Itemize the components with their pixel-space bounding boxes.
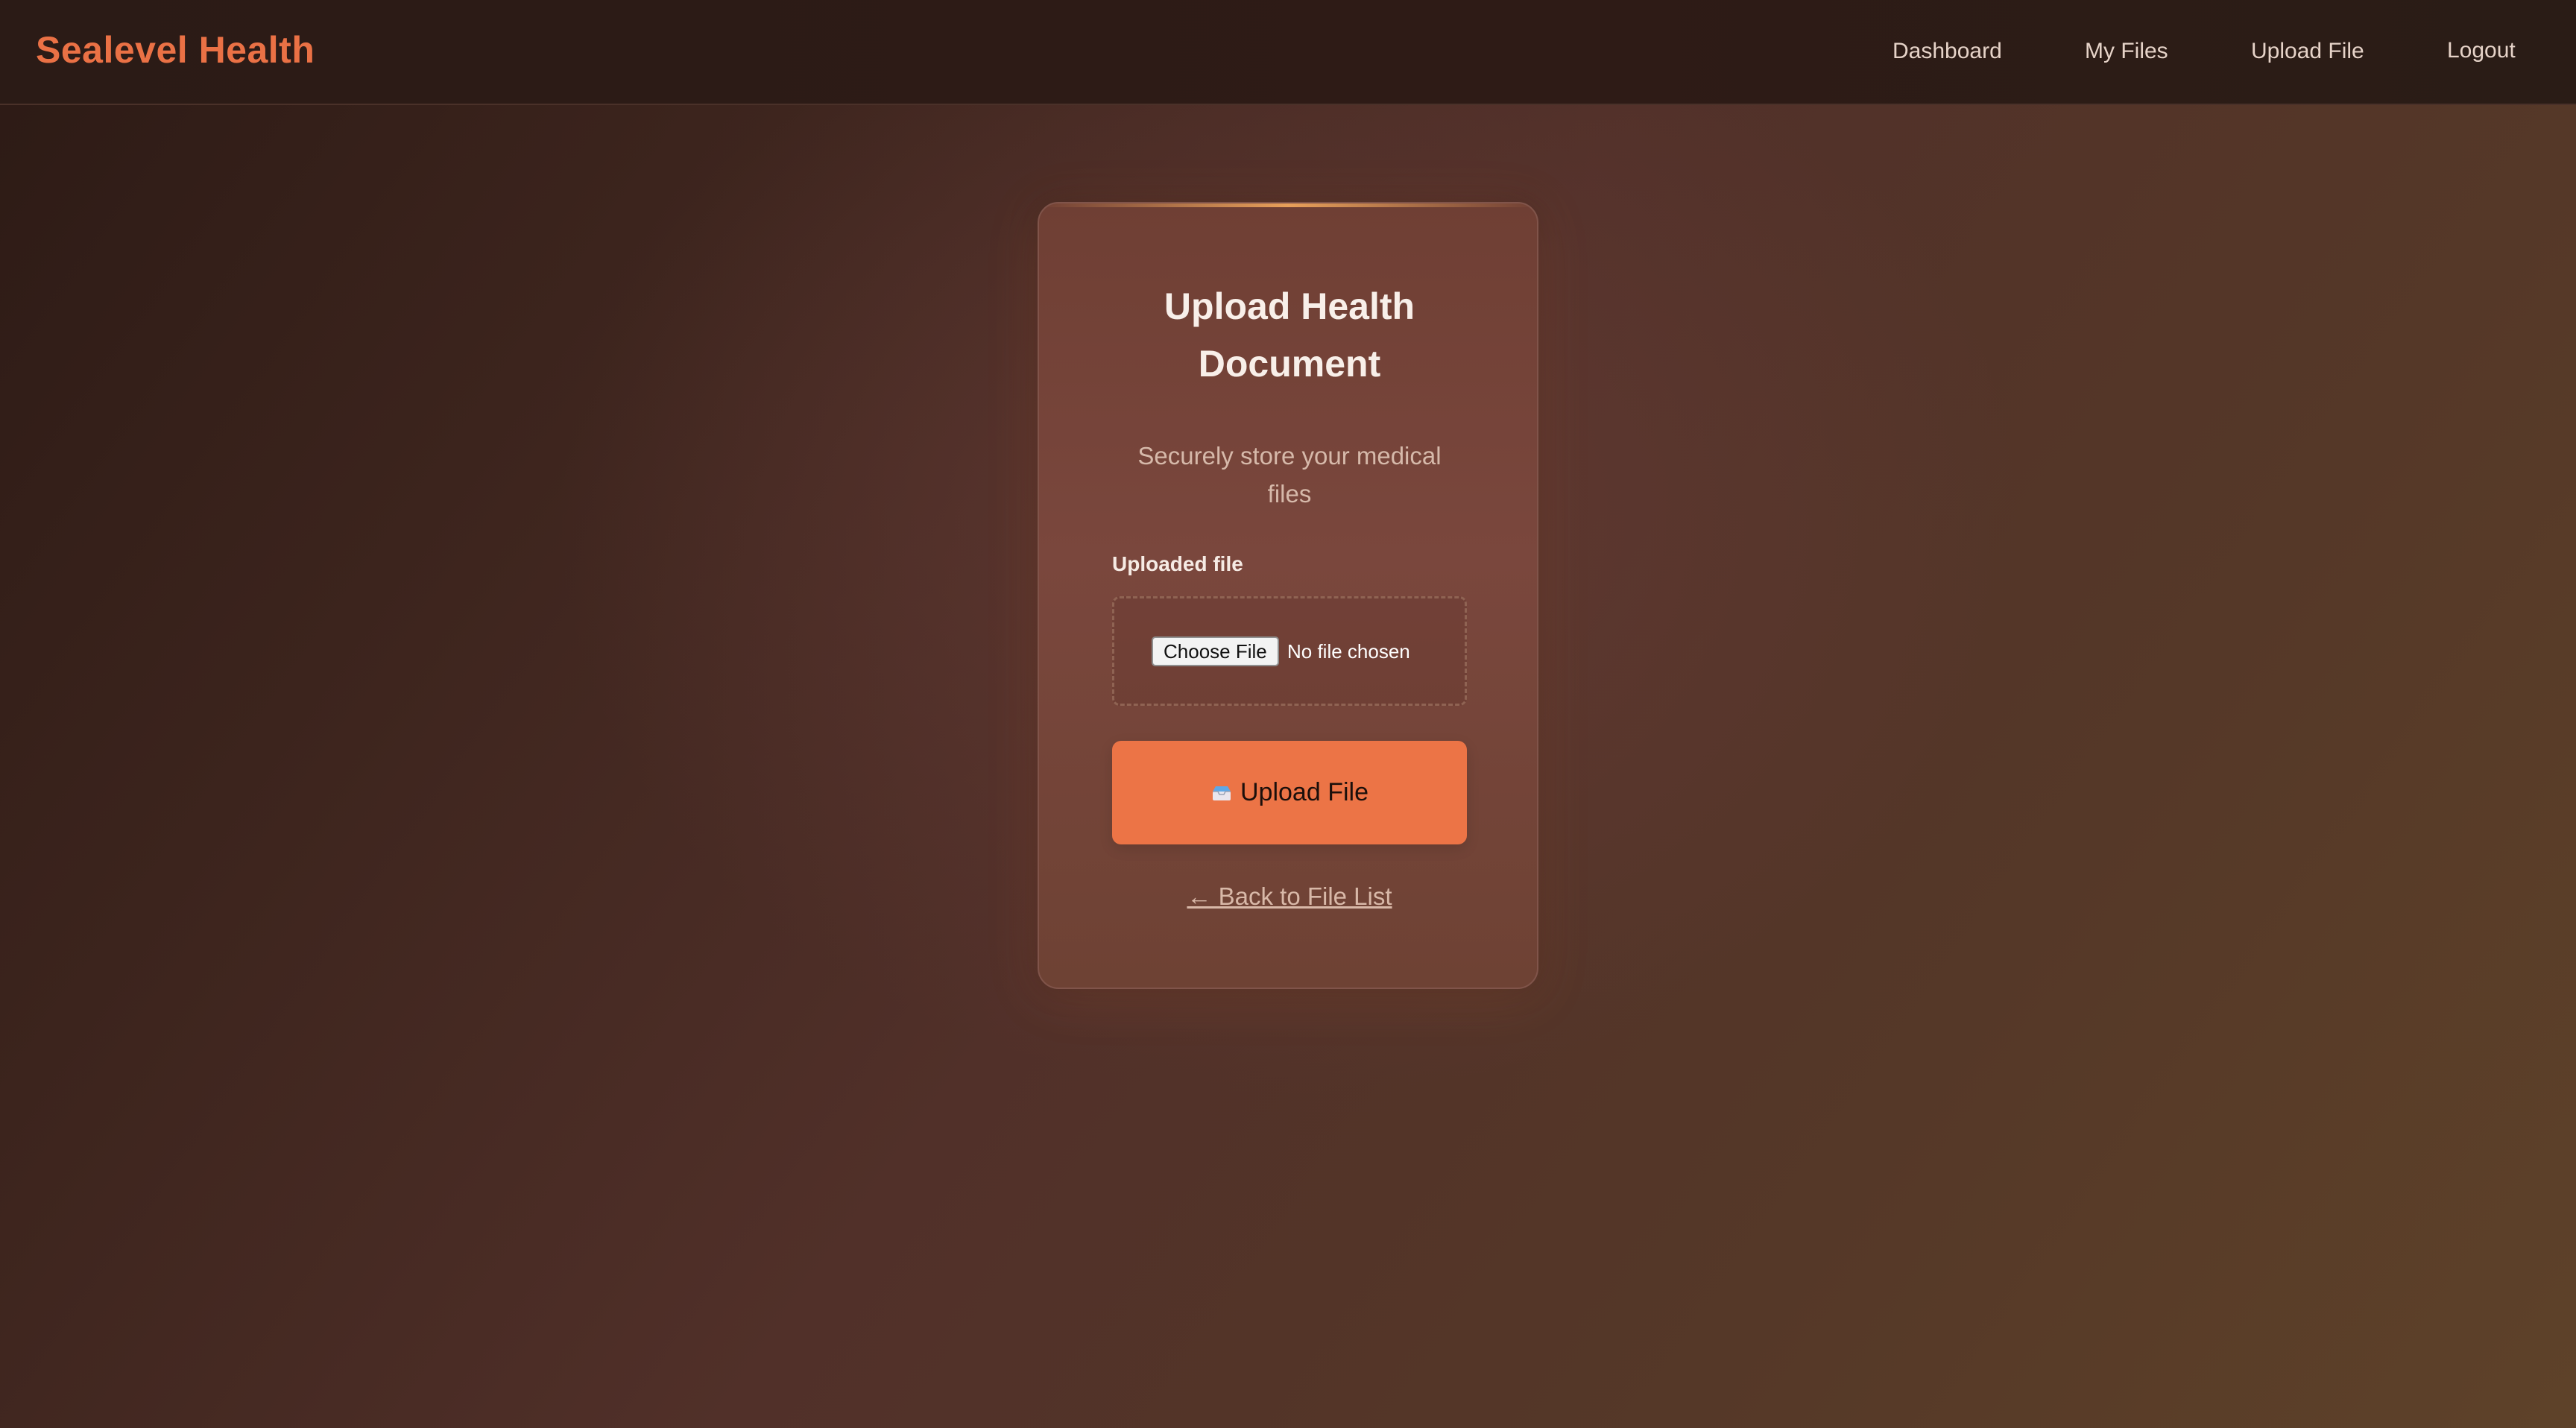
back-to-file-list-link[interactable]: ← Back to File List: [1039, 882, 1537, 911]
file-status-text: No file chosen: [1287, 640, 1410, 663]
upload-file-button[interactable]: Upload File: [1112, 741, 1467, 844]
file-drop-zone[interactable]: Choose File No file chosen: [1112, 596, 1467, 706]
inbox-tray-icon: [1210, 784, 1233, 802]
file-field-label: Uploaded file: [1112, 552, 1243, 575]
upload-button-label: Upload File: [1240, 778, 1368, 806]
page-subtitle: Securely store your medical files: [1137, 442, 1442, 508]
nav-logout[interactable]: Logout: [2447, 38, 2516, 63]
brand-logo-text[interactable]: Sealevel Health: [36, 28, 315, 72]
page-title: Upload Health Document: [1164, 285, 1415, 385]
top-navbar: Sealevel Health Dashboard My Files Uploa…: [0, 0, 2576, 105]
upload-card: Upload Health Document Securely store yo…: [1038, 202, 1538, 989]
card-accent-line: [1039, 203, 1537, 207]
nav-dashboard[interactable]: Dashboard: [1892, 39, 2002, 64]
choose-file-button[interactable]: Choose File: [1152, 636, 1279, 666]
nav-upload-file[interactable]: Upload File: [2251, 39, 2364, 64]
nav-my-files[interactable]: My Files: [2085, 39, 2168, 64]
